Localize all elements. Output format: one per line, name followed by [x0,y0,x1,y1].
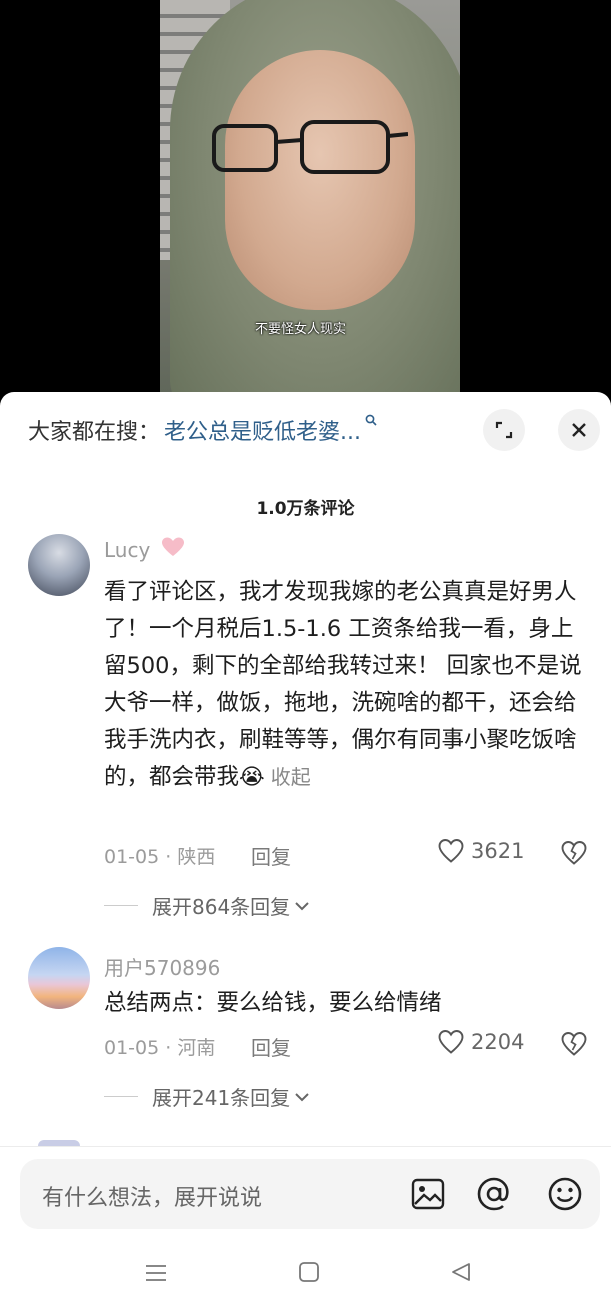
comment-meta: 01-05 · 陕西 [104,846,216,868]
at-icon [477,1177,509,1211]
comment-body: 看了评论区，我才发现我嫁的老公真真是好男人了！一个月税后1.5-1.6 工资条给… [104,579,582,790]
mention-button[interactable] [476,1176,512,1212]
comment-text: 看了评论区，我才发现我嫁的老公真真是好男人了！一个月税后1.5-1.6 工资条给… [104,574,594,796]
avatar[interactable] [28,947,90,1009]
expand-replies[interactable]: 展开241条回复 [104,1082,310,1111]
expand-replies[interactable]: 展开864条回复 [104,891,310,920]
expand-button[interactable] [483,409,525,451]
face [225,50,415,310]
dislike-button[interactable] [560,1031,588,1061]
like-button[interactable]: 2204 [437,1029,524,1055]
video-player[interactable]: 不要怪女人现实 [0,0,611,400]
system-nav-bar [0,1247,611,1303]
image-button[interactable] [410,1176,446,1212]
search-icon [365,414,377,430]
video-frame [160,0,460,400]
close-icon [572,423,586,437]
image-icon [411,1178,445,1210]
collapse-link[interactable]: 收起 [271,765,311,789]
like-button[interactable]: 3621 [437,838,524,864]
like-count: 2204 [471,1030,525,1054]
comment-text: 总结两点：要么给钱，要么给情绪 [104,990,442,1016]
comment-username[interactable]: 用户570896 [104,952,220,981]
divider [0,1146,611,1147]
close-button[interactable] [558,409,600,451]
avatar[interactable] [28,534,90,596]
glasses [212,120,408,174]
emoji-icon [548,1177,582,1211]
comment-count-title: 1.0万条评论 [256,499,355,519]
dislike-button[interactable] [560,840,588,870]
chevron-down-icon [295,901,309,910]
divider-line [104,1096,138,1097]
search-suggestion[interactable]: 大家都在搜： 老公总是贬低老婆... [28,410,377,450]
heart-icon [438,1030,464,1054]
comment-meta: 01-05 · 河南 [104,1037,216,1059]
broken-heart-icon [561,1032,587,1056]
broken-heart-icon [561,841,587,865]
comment-sheet: 大家都在搜： 老公总是贬低老婆... 1.0万条评论 Lucy 看了评论区，我才… [0,392,611,1303]
comment-input-placeholder: 有什么想法，展开说说 [42,1186,263,1211]
reply-button[interactable]: 回复 [251,1032,291,1061]
menu-icon[interactable] [144,1261,168,1285]
heart-badge-icon [160,536,186,563]
comment-input[interactable]: 有什么想法，展开说说 [20,1159,600,1229]
like-count: 3621 [471,839,525,863]
chevron-down-icon [295,1092,309,1101]
home-icon[interactable] [298,1261,320,1283]
divider-line [104,905,138,906]
comment-username[interactable]: Lucy [104,538,150,562]
heart-icon [438,839,464,863]
back-icon[interactable] [450,1261,472,1283]
expand-replies-label: 展开864条回复 [152,895,291,919]
crying-emoji: 😭 [239,765,265,790]
expand-replies-label: 展开241条回复 [152,1086,291,1110]
expand-icon [495,421,513,439]
search-prefix: 大家都在搜： [28,420,161,445]
search-term-link[interactable]: 老公总是贬低老婆... [164,414,361,446]
emoji-button[interactable] [547,1176,583,1212]
reply-button[interactable]: 回复 [251,841,291,870]
video-subtitle: 不要怪女人现实 [255,322,347,337]
